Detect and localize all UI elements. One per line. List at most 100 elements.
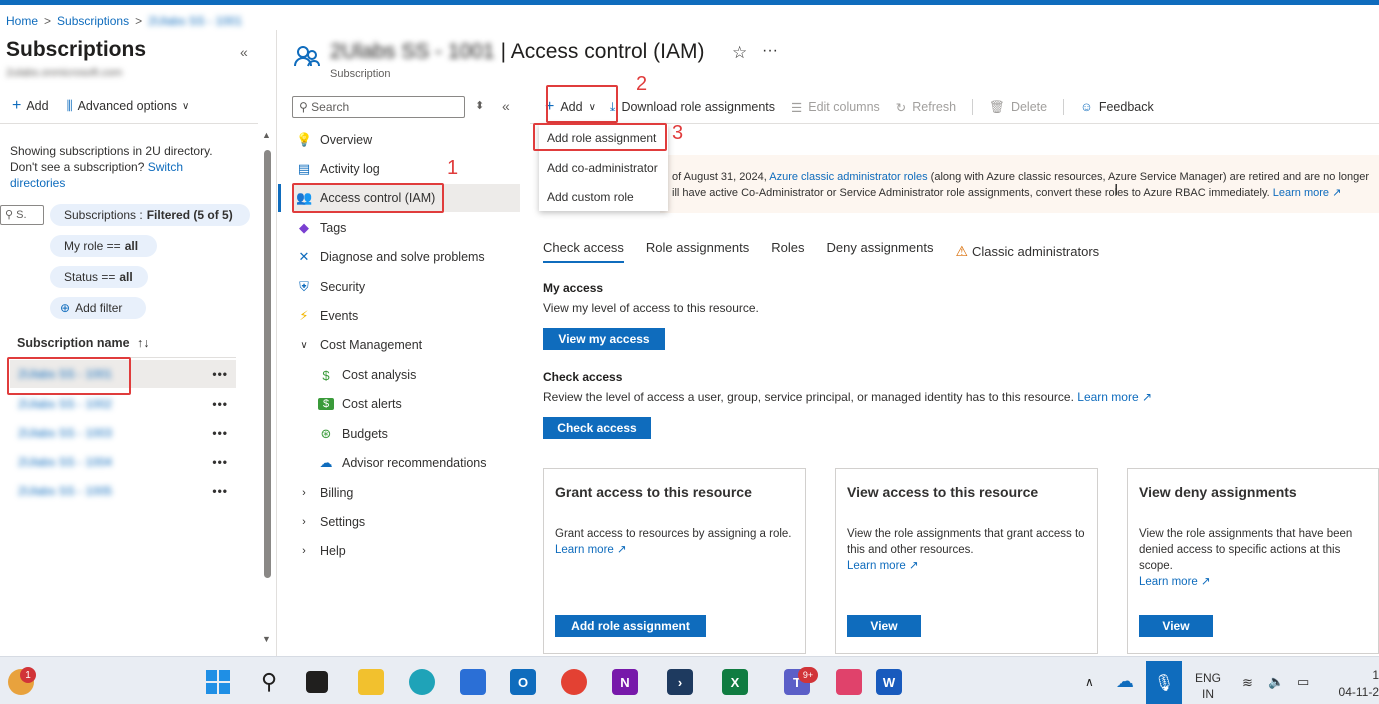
add-role-assignment-button[interactable]: Add role assignment — [555, 615, 706, 637]
card-text: Grant access to resources by assigning a… — [555, 528, 792, 540]
learn-more-link[interactable]: Learn more — [555, 544, 614, 556]
tab-check-access[interactable]: Check access — [543, 240, 624, 263]
tab-roles[interactable]: Roles — [771, 240, 804, 263]
nav-item-help[interactable]: › Help — [292, 537, 520, 565]
word-icon[interactable]: W — [876, 669, 902, 695]
sort-icon[interactable]: ⬍ — [475, 99, 484, 112]
feedback-button[interactable]: ☺ Feedback — [1080, 100, 1154, 114]
add-filter-button[interactable]: ⊕ Add filter — [50, 297, 146, 319]
more-icon[interactable]: ••• — [212, 455, 228, 469]
nav-item-cost-analysis[interactable]: $ Cost analysis — [292, 361, 520, 389]
task-view-icon[interactable] — [306, 671, 328, 693]
more-icon[interactable]: ••• — [212, 367, 228, 381]
outlook-icon[interactable]: O — [510, 669, 536, 695]
nav-item-billing[interactable]: › Billing — [292, 479, 520, 507]
breadcrumb-home[interactable]: Home — [6, 14, 38, 28]
switch-directories-link-2[interactable]: directories — [10, 175, 250, 191]
subscription-search-input[interactable]: ⚲ S. — [0, 205, 44, 225]
filter-pill-status[interactable]: Status == all — [50, 266, 148, 288]
switch-directories-link[interactable]: Switch — [148, 160, 183, 174]
text-cursor-icon: I — [1114, 182, 1119, 199]
scroll-up-icon[interactable]: ▲ — [262, 130, 271, 140]
nav-item-activity-log[interactable]: ▤ Activity log — [292, 155, 520, 183]
file-explorer-icon[interactable] — [358, 669, 384, 695]
subscription-link[interactable]: 2Ulabs SS - 1002 — [18, 397, 112, 411]
learn-more-link[interactable]: Learn more — [847, 560, 906, 572]
volume-icon[interactable]: 🔈 — [1268, 674, 1284, 690]
more-icon[interactable]: ••• — [212, 426, 228, 440]
subscription-row[interactable]: 2Ulabs SS - 1005 ••• — [10, 477, 236, 505]
snipping-tool-icon[interactable] — [836, 669, 862, 695]
store-icon[interactable] — [460, 669, 486, 695]
nav-item-advisor[interactable]: ☁ Advisor recommendations — [292, 449, 520, 477]
view-deny-assignments-button[interactable]: View — [1139, 615, 1213, 637]
nav-item-diagnose[interactable]: ✕ Diagnose and solve problems — [292, 243, 520, 271]
tab-role-assignments[interactable]: Role assignments — [646, 240, 749, 263]
plus-icon: + — [12, 97, 22, 114]
nav-item-events[interactable]: ⚡ Events — [292, 302, 520, 330]
download-role-assignments-button[interactable]: ⤓ Download role assignments — [610, 100, 775, 115]
sort-icon[interactable]: ↑↓ — [137, 336, 150, 350]
nav-item-security[interactable]: ⛨ Security — [292, 273, 520, 301]
battery-icon[interactable]: ▭ — [1297, 674, 1309, 690]
subscription-link[interactable]: 2Ulabs SS - 1004 — [18, 455, 112, 469]
onedrive-icon[interactable]: ☁ — [1116, 671, 1134, 692]
search-icon[interactable]: ⚲ — [256, 669, 282, 695]
nav-item-cost-alerts[interactable]: $ Cost alerts — [292, 390, 520, 418]
more-actions-icon[interactable]: ··· — [762, 42, 778, 60]
view-my-access-button[interactable]: View my access — [543, 328, 665, 350]
chrome-icon[interactable] — [561, 669, 587, 695]
sliders-icon: ⫼ — [66, 98, 73, 113]
onenote-icon[interactable]: N — [612, 669, 638, 695]
resource-title: 2Ulabs SS - 1001 | Access control (IAM) — [330, 40, 704, 64]
classic-admin-roles-link[interactable]: Azure classic administrator roles — [769, 171, 927, 183]
menu-item-add-custom-role[interactable]: Add custom role — [547, 190, 634, 204]
learn-more-link[interactable]: Learn more — [1273, 187, 1329, 199]
edge-icon[interactable] — [409, 669, 435, 695]
menu-item-add-co-administrator[interactable]: Add co-administrator — [547, 161, 658, 175]
language-indicator[interactable]: ENG IN — [1195, 670, 1221, 702]
view-access-button[interactable]: View — [847, 615, 921, 637]
column-header-subscription-name[interactable]: Subscription name ↑↓ — [17, 336, 150, 350]
edit-columns-button[interactable]: ☰ Edit columns — [791, 100, 880, 115]
subscription-link[interactable]: 2Ulabs SS - 1005 — [18, 484, 112, 498]
learn-more-link[interactable]: Learn more — [1077, 390, 1138, 404]
subscription-row[interactable]: 2Ulabs SS - 1004 ••• — [10, 448, 236, 476]
filter-pill-role[interactable]: My role == all — [50, 235, 157, 257]
more-icon[interactable]: ••• — [212, 397, 228, 411]
breadcrumb-current[interactable]: 2Ulabs SS - 1001 — [148, 14, 242, 28]
excel-icon[interactable]: X — [722, 669, 748, 695]
left-scrollbar-thumb[interactable] — [264, 150, 271, 578]
tab-deny-assignments[interactable]: Deny assignments — [827, 240, 934, 263]
microphone-icon[interactable]: 🎙 — [1146, 661, 1182, 704]
filter-pill-subscriptions[interactable]: Subscriptions : Filtered (5 of 5) — [50, 204, 250, 226]
external-link-icon: ↗ — [1201, 576, 1211, 588]
wifi-icon[interactable]: ≋ — [1242, 675, 1253, 691]
start-icon[interactable] — [205, 669, 231, 695]
check-access-button[interactable]: Check access — [543, 417, 651, 439]
subscription-link[interactable]: 2Ulabs SS - 1003 — [18, 426, 112, 440]
nav-item-cost-management[interactable]: ∨ Cost Management — [292, 331, 520, 359]
scroll-down-icon[interactable]: ▼ — [262, 634, 271, 644]
tab-classic-administrators[interactable]: ⚠ Classic administrators — [955, 240, 1099, 263]
breadcrumb-subscriptions[interactable]: Subscriptions — [57, 14, 129, 28]
collapse-nav-icon[interactable]: « — [502, 98, 510, 114]
delete-button[interactable]: 🗑 Delete — [989, 100, 1047, 115]
subscription-row[interactable]: 2Ulabs SS - 1003 ••• — [10, 419, 236, 447]
nav-item-settings[interactable]: › Settings — [292, 508, 520, 536]
refresh-button[interactable]: ↻ Refresh — [896, 100, 956, 115]
subscription-row[interactable]: 2Ulabs SS - 1002 ••• — [10, 390, 236, 418]
learn-more-link[interactable]: Learn more — [1139, 576, 1198, 588]
terminal-icon[interactable]: › — [667, 669, 693, 695]
more-icon[interactable]: ••• — [212, 484, 228, 498]
add-subscription-button[interactable]: + Add — [12, 97, 49, 115]
nav-search-input[interactable]: ⚲ Search — [292, 96, 465, 118]
clock[interactable]: 1 04-11-2 — [1336, 667, 1379, 701]
advanced-options-button[interactable]: ⫼ Advanced options ∨ — [67, 98, 190, 114]
chevron-up-icon[interactable]: ∧ — [1085, 675, 1094, 689]
nav-item-overview[interactable]: 💡 Overview — [292, 126, 520, 154]
favorite-star-icon[interactable]: ☆ — [732, 43, 747, 63]
collapse-left-icon[interactable]: « — [240, 44, 248, 60]
nav-item-budgets[interactable]: ⊛ Budgets — [292, 420, 520, 448]
nav-item-tags[interactable]: ◆ Tags — [292, 214, 520, 242]
